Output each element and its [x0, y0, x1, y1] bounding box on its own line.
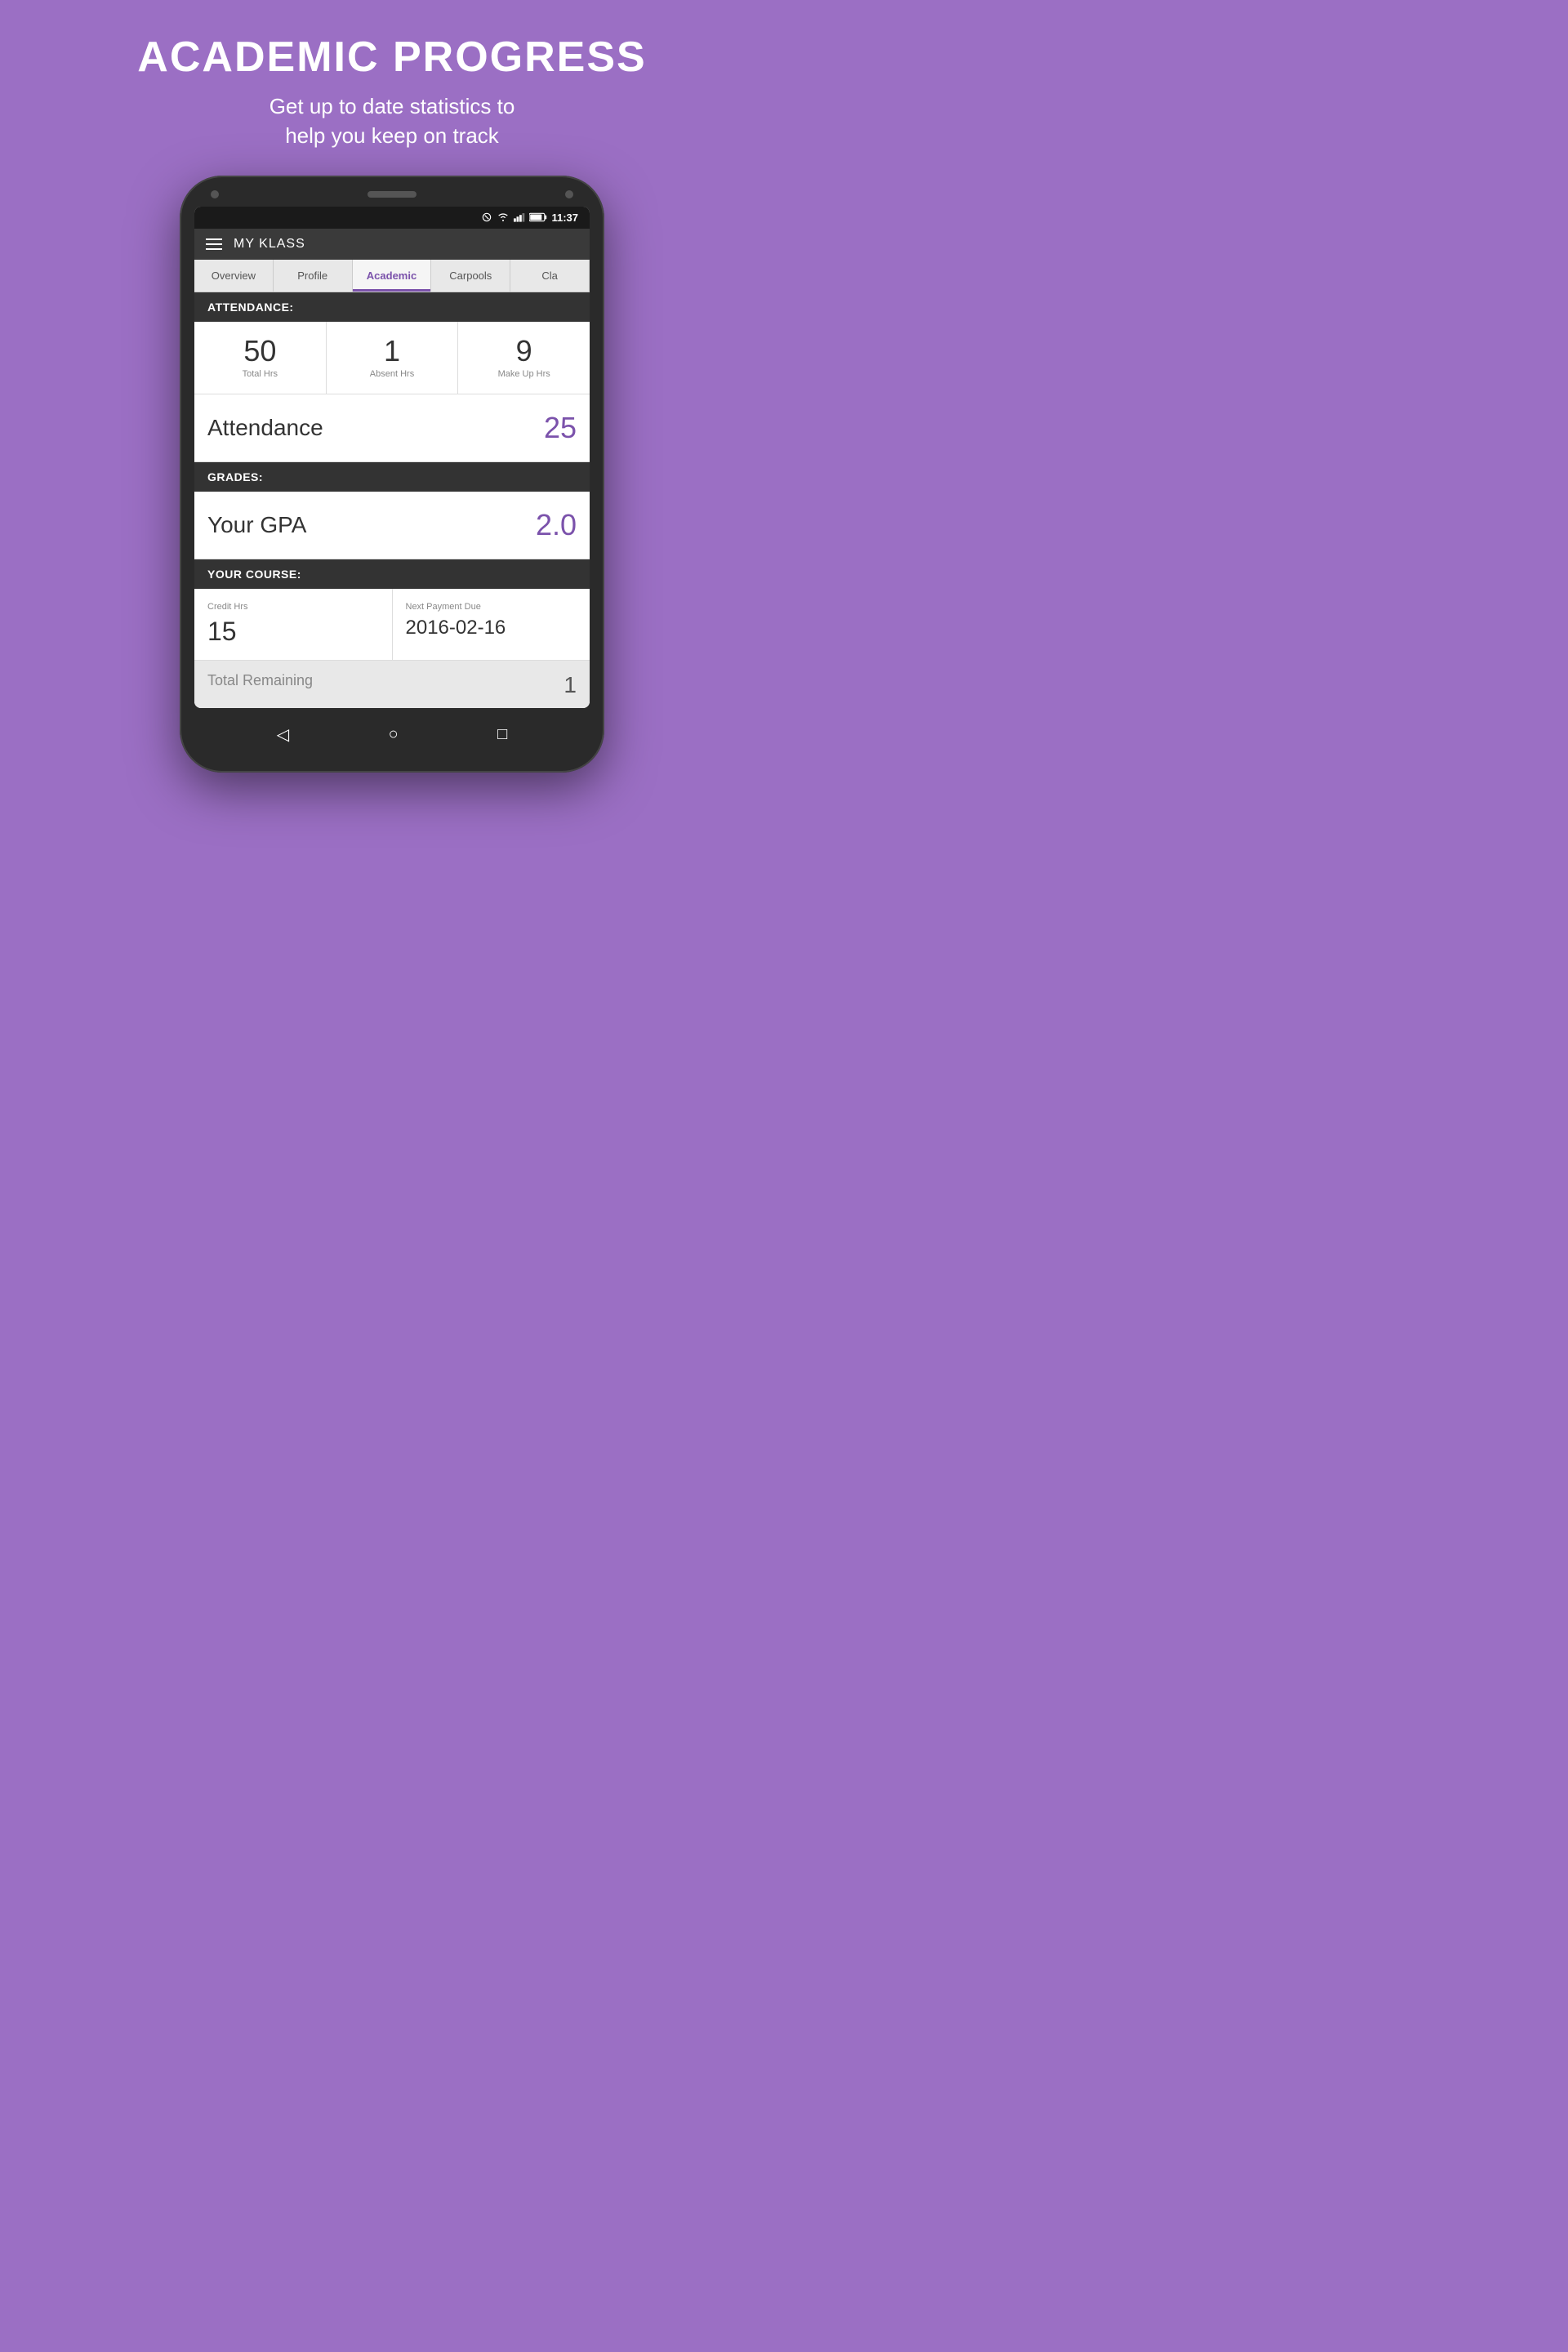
next-payment-col: Next Payment Due 2016-02-16 [393, 589, 590, 660]
phone-shell: 11:37 MY KLASS Overview Profile Academic… [180, 176, 604, 773]
attendance-header: ATTENDANCE: [194, 292, 590, 322]
stat-absent-label: Absent Hrs [333, 369, 452, 379]
screen-content: ATTENDANCE: 50 Total Hrs 1 Absent Hrs 9 … [194, 292, 590, 708]
partial-section: Total Remaining 1 [194, 661, 590, 708]
recent-button[interactable]: □ [497, 725, 507, 744]
tab-academic[interactable]: Academic [353, 260, 432, 292]
gpa-row: Your GPA 2.0 [194, 492, 590, 559]
gpa-label: Your GPA [207, 512, 306, 538]
grades-header: GRADES: [194, 462, 590, 492]
page-header: ACADEMIC PROGRESS Get up to date statist… [121, 0, 662, 176]
stat-absent-number: 1 [333, 336, 452, 366]
app-title: MY KLASS [234, 237, 305, 252]
stat-makeup-hrs: 9 Make Up Hrs [458, 322, 590, 394]
gpa-value: 2.0 [536, 508, 577, 542]
attendance-summary-label: Attendance [207, 415, 323, 441]
status-time: 11:37 [551, 212, 578, 224]
speaker [368, 191, 416, 198]
next-payment-value: 2016-02-16 [406, 617, 577, 639]
phone-nav: ◁ ○ □ [194, 711, 590, 758]
stat-absent-hrs: 1 Absent Hrs [327, 322, 459, 394]
next-payment-label: Next Payment Due [406, 602, 577, 612]
status-bar: 11:37 [194, 207, 590, 229]
tab-profile[interactable]: Profile [274, 260, 353, 292]
phone-top [194, 190, 590, 207]
back-button[interactable]: ◁ [277, 724, 289, 745]
battery-icon [529, 212, 547, 222]
stat-total-number: 50 [201, 336, 319, 366]
attendance-summary-value: 25 [544, 411, 577, 445]
stat-total-label: Total Hrs [201, 369, 319, 379]
tab-overview[interactable]: Overview [194, 260, 274, 292]
tab-carpools[interactable]: Carpools [431, 260, 510, 292]
stat-makeup-label: Make Up Hrs [465, 369, 583, 379]
status-icons: 11:37 [481, 212, 578, 224]
stat-total-hrs: 50 Total Hrs [194, 322, 327, 394]
tabs-bar: Overview Profile Academic Carpools Cla [194, 260, 590, 292]
hamburger-menu[interactable] [206, 238, 222, 250]
app-bar: MY KLASS [194, 229, 590, 260]
credit-hrs-label: Credit Hrs [207, 602, 379, 612]
camera-icon [211, 190, 219, 198]
signal-icon [514, 212, 525, 222]
home-button[interactable]: ○ [389, 725, 399, 744]
attendance-summary: Attendance 25 [194, 394, 590, 462]
attendance-stats: 50 Total Hrs 1 Absent Hrs 9 Make Up Hrs [194, 322, 590, 394]
credit-hrs-col: Credit Hrs 15 [194, 589, 393, 660]
stat-makeup-number: 9 [465, 336, 583, 366]
phone-screen: 11:37 MY KLASS Overview Profile Academic… [194, 207, 590, 708]
camera-right [565, 190, 573, 198]
credit-hrs-value: 15 [207, 617, 379, 647]
page-subtitle: Get up to date statistics tohelp you kee… [137, 91, 646, 151]
wifi-icon [497, 212, 510, 222]
course-header: YOUR COURSE: [194, 559, 590, 589]
page-title: ACADEMIC PROGRESS [137, 33, 646, 82]
no-sim-icon [481, 212, 492, 223]
tab-cla[interactable]: Cla [510, 260, 590, 292]
course-info: Credit Hrs 15 Next Payment Due 2016-02-1… [194, 589, 590, 661]
